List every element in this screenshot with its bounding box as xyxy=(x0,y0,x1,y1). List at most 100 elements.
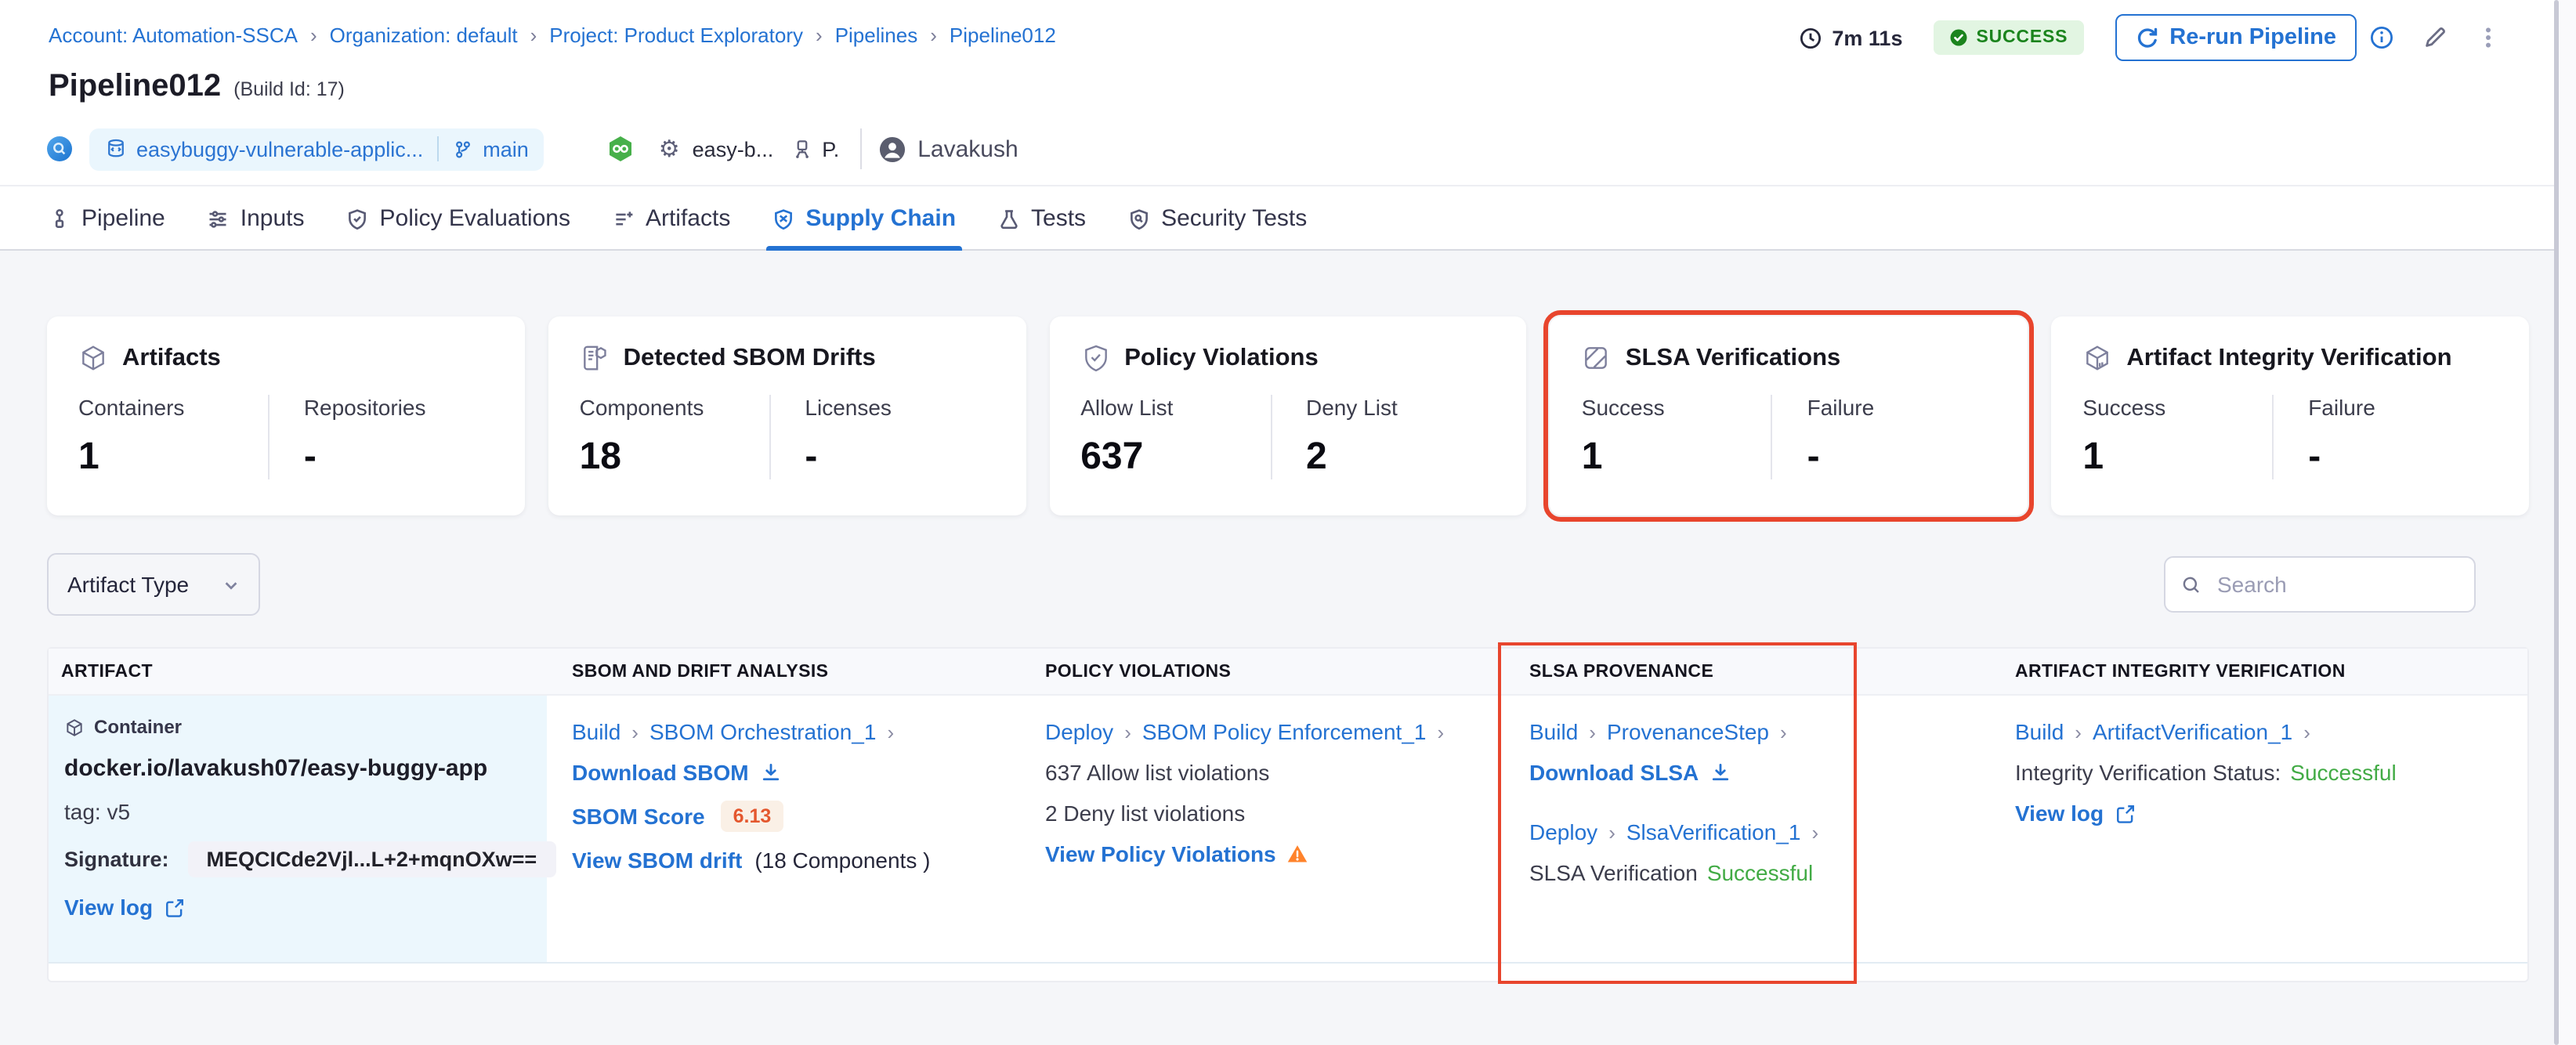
git-branch-icon xyxy=(453,139,473,159)
sbom-step-breadcrumb: Build › SBOM Orchestration_1 › xyxy=(572,719,1004,744)
view-log-label: View log xyxy=(2015,801,2104,826)
user-avatar xyxy=(878,136,905,162)
breadcrumb-pipelines[interactable]: Pipelines xyxy=(835,24,918,47)
branch-name-link[interactable]: main xyxy=(483,137,529,161)
download-slsa-link[interactable]: Download SLSA xyxy=(1529,760,1974,785)
metric-value: - xyxy=(2308,436,2321,478)
container-type-label: Container xyxy=(94,716,183,738)
duration: 7m 11s xyxy=(1799,26,1902,49)
metric: Deny List 2 xyxy=(1270,395,1496,479)
tab-artifacts[interactable]: Artifacts xyxy=(613,186,730,251)
card-title: Policy Violations xyxy=(1124,344,1319,371)
integrity-status-line: Integrity Verification Status: Successfu… xyxy=(2015,760,2512,785)
execution-meta-row: easybuggy-vulnerable-applic... main ⚙ ea… xyxy=(47,125,1018,172)
breadcrumb-separator: › xyxy=(930,24,937,47)
sbom-score-link[interactable]: SBOM Score xyxy=(572,804,705,829)
tab-security-tests[interactable]: Security Tests xyxy=(1128,186,1307,251)
metric: Containers 1 xyxy=(78,395,268,479)
breadcrumb-account[interactable]: Account: Automation-SSCA xyxy=(49,24,298,47)
step-link[interactable]: ArtifactVerification_1 xyxy=(2093,719,2292,744)
artifact-type-dropdown[interactable]: Artifact Type xyxy=(47,553,260,616)
repository-icon xyxy=(105,138,127,160)
download-sbom-link[interactable]: Download SBOM xyxy=(572,760,1004,785)
external-link-icon xyxy=(2115,803,2135,823)
metric-label: Repositories xyxy=(303,395,426,420)
tab-supply-chain[interactable]: Supply Chain xyxy=(766,186,962,251)
repo-name-link[interactable]: easybuggy-vulnerable-applic... xyxy=(136,137,423,161)
card-policy-violations: Policy Violations Allow List 637 Deny Li… xyxy=(1049,316,1527,515)
build-id: (Build Id: 17) xyxy=(233,78,345,100)
breadcrumb-pipeline012[interactable]: Pipeline012 xyxy=(950,24,1056,47)
view-log-link[interactable]: View log xyxy=(64,895,531,920)
slsa-provenance-breadcrumb: Build › ProvenanceStep › xyxy=(1529,719,1974,744)
signature-value: MEQCICde2Vjl...L+2+mqnOXw== xyxy=(187,841,556,877)
environment-name[interactable]: P. xyxy=(822,137,839,161)
stage-link[interactable]: Build xyxy=(2015,719,2064,744)
artifacts-table: ARTIFACT SBOM AND DRIFT ANALYSIS POLICY … xyxy=(47,647,2529,982)
refresh-icon xyxy=(2135,26,2158,49)
cube-icon xyxy=(78,343,108,373)
stage-link[interactable]: Deploy xyxy=(1529,819,1597,844)
slsa-status-prefix: SLSA Verification xyxy=(1529,860,1698,885)
breadcrumb-separator: › xyxy=(309,24,317,47)
tab-pipeline[interactable]: Pipeline xyxy=(49,186,165,251)
slsa-verification-status: SLSA Verification Successful xyxy=(1529,860,1974,885)
download-sbom-label: Download SBOM xyxy=(572,760,749,785)
environment-icon xyxy=(791,138,812,160)
service-name[interactable]: easy-b... xyxy=(693,137,774,161)
metric: Repositories - xyxy=(267,395,494,479)
rerun-label: Re-run Pipeline xyxy=(2169,25,2336,50)
card-title: Detected SBOM Drifts xyxy=(623,344,876,371)
card-slsa-verifications: SLSA Verifications Success 1 Failure - xyxy=(1543,310,2035,522)
stage-link[interactable]: Build xyxy=(572,719,620,744)
external-link-icon xyxy=(164,897,184,917)
stage-link[interactable]: Deploy xyxy=(1045,719,1113,744)
artifact-cell: Container docker.io/lavakush07/easy-bugg… xyxy=(49,696,556,962)
check-circle-icon xyxy=(1949,28,1968,47)
user-name: Lavakush xyxy=(917,136,1018,162)
metric: Success 1 xyxy=(1582,395,1771,479)
deny-list-violations: 2 Deny list violations xyxy=(1045,801,1246,826)
breadcrumb-organization[interactable]: Organization: default xyxy=(330,24,518,47)
metric: Success 1 xyxy=(2082,395,2272,479)
card-artifact-integrity: Artifact Integrity Verification Success … xyxy=(2051,316,2529,515)
metric-value: 1 xyxy=(2082,436,2104,478)
view-policy-violations-link[interactable]: View Policy Violations xyxy=(1045,841,1489,866)
info-icon[interactable] xyxy=(2369,25,2394,50)
metric-value: 18 xyxy=(579,436,621,478)
col-header-integrity: ARTIFACT INTEGRITY VERIFICATION xyxy=(2015,662,2346,681)
step-link[interactable]: SBOM Policy Enforcement_1 xyxy=(1142,719,1427,744)
rerun-pipeline-button[interactable]: Re-run Pipeline xyxy=(2115,14,2357,61)
breadcrumb: Account: Automation-SSCA › Organization:… xyxy=(49,24,1056,47)
metric: Licenses - xyxy=(769,395,994,479)
artifact-name: docker.io/lavakush07/easy-buggy-app xyxy=(64,755,488,782)
metric-value: - xyxy=(805,436,818,478)
tab-inputs[interactable]: Inputs xyxy=(208,186,305,251)
search-input[interactable] xyxy=(2214,570,2504,598)
edit-pencil-icon[interactable] xyxy=(2422,25,2448,50)
scrollbar-thumb[interactable] xyxy=(2554,0,2558,1045)
breadcrumb-project[interactable]: Project: Product Exploratory xyxy=(549,24,803,47)
artifact-tag: tag: v5 xyxy=(64,799,131,824)
col-header-artifact: ARTIFACT xyxy=(61,662,153,681)
chevron-separator: › xyxy=(1811,820,1819,844)
kebab-menu-icon[interactable] xyxy=(2476,25,2501,50)
step-link[interactable]: ProvenanceStep xyxy=(1607,719,1769,744)
view-log-link[interactable]: View log xyxy=(2015,801,2512,826)
tab-policy-evaluations[interactable]: Policy Evaluations xyxy=(347,186,570,251)
integrity-status-value: Successful xyxy=(2290,760,2397,785)
allow-list-violations: 637 Allow list violations xyxy=(1045,760,1270,785)
metric-label: Deny List xyxy=(1306,395,1398,420)
view-sbom-drift-link[interactable]: View SBOM drift xyxy=(572,848,742,873)
chevron-separator: › xyxy=(887,720,895,743)
step-link[interactable]: SBOM Orchestration_1 xyxy=(649,719,876,744)
card-artifacts: Artifacts Containers 1 Repositories - xyxy=(47,316,525,515)
col-header-sbom: SBOM AND DRIFT ANALYSIS xyxy=(572,662,829,681)
stage-link[interactable]: Build xyxy=(1529,719,1578,744)
execution-controls: 7m 11s SUCCESS Re-run Pipeline xyxy=(1799,14,2501,61)
tab-tests[interactable]: Tests xyxy=(998,186,1086,251)
tab-label: Security Tests xyxy=(1161,205,1308,232)
step-link[interactable]: SlsaVerification_1 xyxy=(1626,819,1801,844)
page: Account: Automation-SSCA › Organization:… xyxy=(0,0,2576,1045)
tab-label: Policy Evaluations xyxy=(379,205,570,232)
